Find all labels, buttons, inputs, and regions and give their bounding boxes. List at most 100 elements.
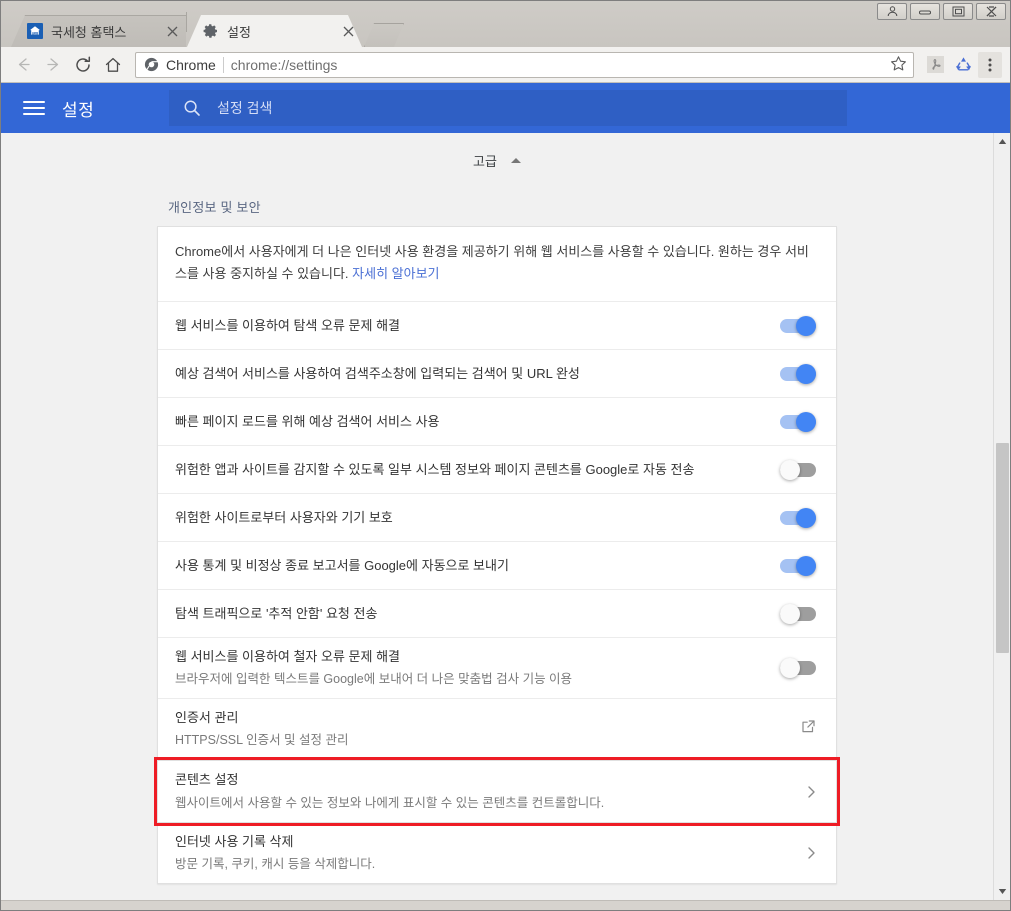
setting-row-do-not-track[interactable]: 탐색 트래픽으로 '추적 안함' 요청 전송 [158, 590, 836, 639]
close-button[interactable] [976, 3, 1006, 20]
recycle-extension-icon[interactable] [950, 52, 976, 78]
scrollbar-thumb[interactable] [996, 443, 1009, 653]
forward-button[interactable] [39, 51, 67, 79]
privacy-settings-card: Chrome에서 사용자에게 더 나은 인터넷 사용 환경을 제공하기 위해 웹… [157, 226, 837, 761]
home-icon [105, 57, 121, 72]
row-text: 탐색 트래픽으로 '추적 안함' 요청 전송 [175, 595, 762, 633]
profile-button[interactable] [877, 3, 907, 20]
toggle-usage-stats[interactable] [780, 555, 816, 576]
browser-window: Hom 국세청 홈택스 설정 Chrome chrome://settings … [0, 0, 1011, 911]
setting-row-prefetch[interactable]: 빠른 페이지 로드를 위해 예상 검색어 서비스 사용 [158, 398, 836, 447]
row-title: 사용 통계 및 비정상 종료 보고서를 Google에 자동으로 보내기 [175, 557, 509, 573]
setting-row-content-settings[interactable]: 콘텐츠 설정 웹사이트에서 사용할 수 있는 정보와 나에게 표시할 수 있는 … [158, 761, 836, 821]
toggle-extended-reporting[interactable] [780, 459, 816, 480]
learn-more-link[interactable]: 자세히 알아보기 [352, 266, 439, 281]
bookmark-star-icon[interactable] [890, 55, 907, 75]
setting-row-safe-browsing[interactable]: 위험한 사이트로부터 사용자와 기기 보호 [158, 494, 836, 543]
forward-arrow-icon [46, 58, 58, 71]
row-title: 웹 서비스를 이용하여 철자 오류 문제 해결 [175, 649, 400, 665]
clear-browsing-data-card[interactable]: 인터넷 사용 기록 삭제 방문 기록, 쿠키, 캐시 등을 삭제합니다. [157, 821, 837, 884]
row-subtitle: 브라우저에 입력한 텍스트를 Google에 보내어 더 나은 맞춤법 검사 기… [175, 672, 573, 687]
setting-row-usage-stats[interactable]: 사용 통계 및 비정상 종료 보고서를 Google에 자동으로 보내기 [158, 542, 836, 591]
toggle-navigation-error[interactable] [780, 315, 816, 336]
row-title: 인증서 관리 [175, 710, 239, 726]
row-title: 빠른 페이지 로드를 위해 예상 검색어 서비스 사용 [175, 413, 440, 429]
reload-button[interactable] [69, 51, 97, 79]
chrome-menu-button[interactable] [978, 51, 1002, 78]
row-title: 위험한 앱과 사이트를 감지할 수 있도록 일부 시스템 정보와 페이지 콘텐츠… [175, 461, 695, 477]
scroll-down-arrow-icon [998, 889, 1007, 894]
row-text: 인증서 관리 HTTPS/SSL 인증서 및 설정 관리 [175, 699, 783, 759]
row-title: 탐색 트래픽으로 '추적 안함' 요청 전송 [175, 605, 378, 621]
tab-close-icon[interactable] [340, 23, 356, 39]
toggle-prefetch[interactable] [780, 411, 816, 432]
row-text: 빠른 페이지 로드를 위해 예상 검색어 서비스 사용 [175, 403, 762, 441]
section-label-privacy: 개인정보 및 보안 [168, 200, 261, 215]
row-title: 예상 검색어 서비스를 사용하여 검색주소창에 입력되는 검색어 및 URL 완… [175, 365, 580, 381]
tab-close-icon[interactable] [164, 23, 180, 39]
address-bar[interactable]: Chrome chrome://settings [135, 51, 914, 78]
reload-icon [76, 55, 91, 72]
toggle-knob [796, 507, 816, 528]
toggle-safe-browsing[interactable] [780, 507, 816, 528]
scroll-down-button[interactable] [994, 883, 1010, 900]
tab-content: Hom 국세청 홈택스 [27, 22, 180, 41]
home-button[interactable] [99, 51, 127, 79]
toggle-knob [780, 603, 800, 624]
settings-search-box[interactable] [169, 90, 847, 126]
row-title: 콘텐츠 설정 [175, 772, 239, 788]
advanced-label: 고급 [473, 153, 497, 169]
row-text: 웹 서비스를 이용하여 탐색 오류 문제 해결 [175, 307, 762, 345]
maximize-button[interactable] [943, 3, 973, 20]
setting-row-extended-reporting[interactable]: 위험한 앱과 사이트를 감지할 수 있도록 일부 시스템 정보와 페이지 콘텐츠… [158, 446, 836, 495]
advanced-toggle[interactable]: 고급 [1, 141, 993, 179]
hamburger-menu-icon[interactable] [23, 97, 45, 119]
toggle-search-suggest[interactable] [780, 363, 816, 384]
search-input[interactable] [217, 100, 815, 116]
minimize-icon [919, 10, 931, 14]
svg-text:Hom: Hom [32, 31, 39, 35]
row-text: 인터넷 사용 기록 삭제 방문 기록, 쿠키, 캐시 등을 삭제합니다. [175, 823, 788, 883]
url-text[interactable]: chrome://settings [231, 57, 883, 73]
content-settings-card[interactable]: 콘텐츠 설정 웹사이트에서 사용할 수 있는 정보와 나에게 표시할 수 있는 … [154, 757, 840, 826]
tab-title: 국세청 홈택스 [51, 24, 127, 40]
new-tab-button[interactable] [364, 23, 404, 47]
tab-hometax[interactable]: Hom 국세청 홈택스 [11, 15, 186, 47]
settings-header: 설정 [1, 83, 1010, 133]
toggle-spellcheck[interactable] [780, 658, 816, 679]
setting-row-search-suggest[interactable]: 예상 검색어 서비스를 사용하여 검색주소창에 입력되는 검색어 및 URL 완… [158, 350, 836, 399]
settings-content: 고급 개인정보 및 보안 Chrome에서 사용자에게 더 나은 인터넷 사용 … [1, 133, 993, 900]
maximize-icon [952, 6, 964, 17]
toggle-knob [796, 315, 816, 336]
external-link-icon[interactable] [801, 719, 816, 739]
scroll-up-button[interactable] [994, 133, 1010, 150]
privacy-intro-text: Chrome에서 사용자에게 더 나은 인터넷 사용 환경을 제공하기 위해 웹… [175, 241, 816, 285]
close-icon [986, 6, 996, 17]
omnibox-divider [222, 56, 224, 73]
toggle-knob [796, 555, 816, 576]
back-button[interactable] [9, 51, 37, 79]
vertical-scrollbar[interactable] [993, 133, 1010, 900]
window-bottom-strip [1, 900, 1010, 910]
row-text: 위험한 사이트로부터 사용자와 기기 보호 [175, 499, 762, 537]
scroll-up-arrow-icon [998, 139, 1007, 144]
minimize-button[interactable] [910, 3, 940, 20]
privacy-intro-row: Chrome에서 사용자에게 더 나은 인터넷 사용 환경을 제공하기 위해 웹… [158, 227, 836, 303]
row-text: 위험한 앱과 사이트를 감지할 수 있도록 일부 시스템 정보와 페이지 콘텐츠… [175, 451, 762, 489]
search-icon [184, 100, 200, 116]
setting-row-navigation-error[interactable]: 웹 서비스를 이용하여 탐색 오류 문제 해결 [158, 302, 836, 351]
row-title: 웹 서비스를 이용하여 탐색 오류 문제 해결 [175, 317, 400, 333]
toggle-knob [796, 411, 816, 432]
setting-row-manage-certificates[interactable]: 인증서 관리 HTTPS/SSL 인증서 및 설정 관리 [158, 699, 836, 759]
back-arrow-icon [18, 58, 30, 71]
adobe-pdf-extension-icon[interactable] [922, 52, 948, 78]
setting-row-clear-browsing-data[interactable]: 인터넷 사용 기록 삭제 방문 기록, 쿠키, 캐시 등을 삭제합니다. [158, 823, 836, 883]
chevron-right-icon [806, 846, 816, 860]
chevron-right-icon [806, 785, 816, 799]
setting-row-spellcheck[interactable]: 웹 서비스를 이용하여 철자 오류 문제 해결 브라우저에 입력한 텍스트를 G… [158, 638, 836, 700]
row-subtitle: 방문 기록, 쿠키, 캐시 등을 삭제합니다. [175, 856, 376, 871]
site-identity-label: Chrome [166, 56, 216, 73]
toggle-do-not-track[interactable] [780, 603, 816, 624]
tab-settings[interactable]: 설정 [187, 15, 362, 47]
tab-strip: Hom 국세청 홈택스 설정 [1, 1, 1010, 47]
